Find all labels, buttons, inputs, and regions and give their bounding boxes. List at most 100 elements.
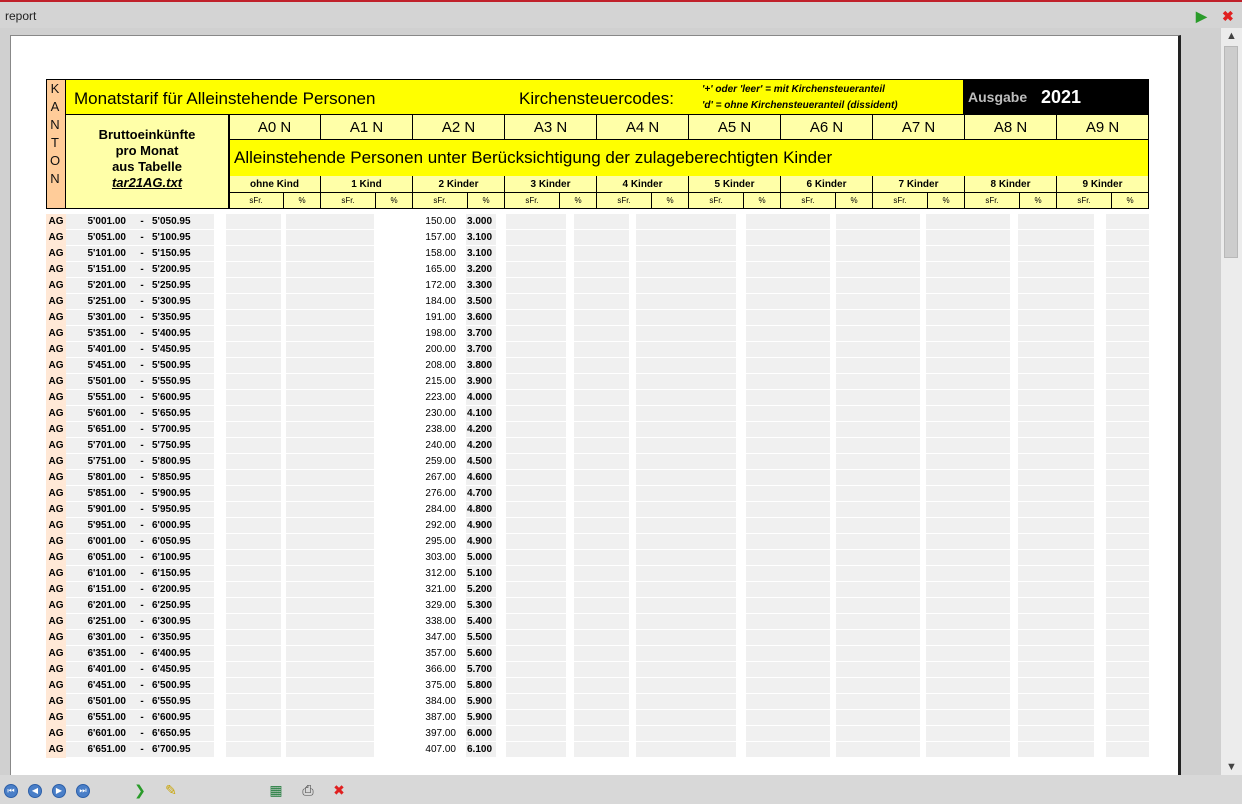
empty-cell: [506, 534, 566, 549]
unit-percent-header: %: [1020, 193, 1057, 209]
row-income-to: 5'850.95: [152, 472, 191, 483]
empty-cell: [1106, 294, 1149, 309]
tarif-code-header: A0 N: [229, 114, 321, 140]
empty-cell: [836, 550, 920, 565]
empty-cell: [836, 406, 920, 421]
empty-cell: [1106, 582, 1149, 597]
empty-cell: [574, 342, 629, 357]
empty-cell: [836, 454, 920, 469]
empty-cell: [226, 310, 281, 325]
row-kanton: AG: [46, 326, 66, 342]
brutto-line-3: aus Tabelle: [112, 159, 182, 174]
unit-sfr-header: sFr.: [597, 193, 652, 209]
empty-cell: [574, 694, 629, 709]
run-arrow-icon[interactable]: ❯: [131, 783, 149, 799]
scroll-thumb[interactable]: [1224, 46, 1238, 258]
empty-cell: [836, 630, 920, 645]
empty-cell: [1106, 358, 1149, 373]
table-row: AG 5'451.00 -5'500.95 208.00 3.800: [46, 358, 1149, 374]
row-tax-percent: 3.000: [467, 216, 493, 227]
empty-cell: [574, 662, 629, 677]
empty-cell: [1018, 694, 1094, 709]
empty-cell: [1106, 374, 1149, 389]
row-range-dash: -: [140, 648, 144, 659]
scroll-down-icon[interactable]: ▼: [1221, 759, 1242, 775]
row-range-dash: -: [140, 504, 144, 515]
row-kanton: AG: [46, 230, 66, 246]
row-income-to: 5'400.95: [152, 328, 191, 339]
next-page-icon[interactable]: ▶: [52, 784, 66, 798]
empty-cell: [226, 726, 281, 741]
row-income-to: 5'600.95: [152, 392, 191, 403]
empty-cell: [926, 742, 1010, 757]
empty-cell: [1018, 710, 1094, 725]
empty-cell: [746, 438, 830, 453]
empty-cell: [574, 262, 629, 277]
empty-cell: [1106, 278, 1149, 293]
go-arrow-icon[interactable]: ▶: [1196, 9, 1207, 23]
row-tax-percent: 4.500: [467, 456, 493, 467]
row-range-dash: -: [140, 520, 144, 531]
empty-cell: [746, 262, 830, 277]
empty-cell: [836, 230, 920, 245]
table-row: AG 6'251.00 -6'300.95 338.00 5.400: [46, 614, 1149, 630]
row-tax-sfr: 267.00: [425, 472, 456, 483]
row-income-to: 5'450.95: [152, 344, 191, 355]
row-income-to: 6'350.95: [152, 632, 191, 643]
table-row: AG 5'401.00 -5'450.95 200.00 3.700: [46, 342, 1149, 358]
empty-cell: [506, 262, 566, 277]
empty-cell: [1018, 438, 1094, 453]
row-tax-sfr: 215.00: [425, 376, 456, 387]
empty-cell: [746, 470, 830, 485]
empty-cell: [506, 694, 566, 709]
last-page-icon[interactable]: ⏭: [76, 784, 90, 798]
scroll-up-icon[interactable]: ▲: [1221, 28, 1242, 44]
delete-icon[interactable]: ✖: [330, 783, 348, 799]
table-row: AG 6'051.00 -6'100.95 303.00 5.000: [46, 550, 1149, 566]
empty-cell: [926, 246, 1010, 261]
empty-cell: [574, 582, 629, 597]
row-income-to: 5'200.95: [152, 264, 191, 275]
empty-cell: [746, 486, 830, 501]
empty-cell: [574, 470, 629, 485]
row-tax-sfr: 165.00: [425, 264, 456, 275]
empty-cell: [574, 438, 629, 453]
empty-cell: [1018, 566, 1094, 581]
empty-cell: [574, 310, 629, 325]
empty-cell: [506, 230, 566, 245]
row-tax-sfr: 347.00: [425, 632, 456, 643]
unit-sfr-header: sFr.: [781, 193, 836, 209]
vertical-scrollbar[interactable]: ▲ ▼: [1220, 28, 1242, 775]
empty-cell: [1106, 646, 1149, 661]
export-excel-icon[interactable]: ▦: [267, 783, 285, 799]
row-income-to: 5'500.95: [152, 360, 191, 371]
row-kanton: AG: [46, 406, 66, 422]
empty-cell: [1018, 390, 1094, 405]
empty-cell: [746, 694, 830, 709]
edit-pencil-icon[interactable]: ✎: [162, 783, 180, 799]
empty-cell: [506, 742, 566, 757]
empty-cell: [636, 326, 736, 341]
empty-cell: [226, 550, 281, 565]
empty-cell: [926, 550, 1010, 565]
empty-cell: [636, 438, 736, 453]
row-tax-percent: 4.100: [467, 408, 493, 419]
empty-cell: [286, 598, 374, 613]
empty-cell: [1106, 614, 1149, 629]
empty-cell: [1018, 422, 1094, 437]
row-income-from: 5'751.00: [87, 456, 126, 467]
row-tax-percent: 4.900: [467, 520, 493, 531]
empty-cell: [926, 310, 1010, 325]
empty-cell: [746, 358, 830, 373]
ausgabe-label: Ausgabe: [968, 89, 1028, 105]
unit-percent-header: %: [284, 193, 321, 209]
empty-cell: [226, 422, 281, 437]
print-icon[interactable]: ⎙: [299, 783, 317, 799]
empty-cell: [836, 470, 920, 485]
empty-cell: [746, 614, 830, 629]
previous-page-icon[interactable]: ◀: [28, 784, 42, 798]
empty-cell: [286, 310, 374, 325]
first-page-icon[interactable]: ⏮: [4, 784, 18, 798]
close-icon[interactable]: ✖: [1222, 9, 1234, 23]
row-tax-sfr: 295.00: [425, 536, 456, 547]
